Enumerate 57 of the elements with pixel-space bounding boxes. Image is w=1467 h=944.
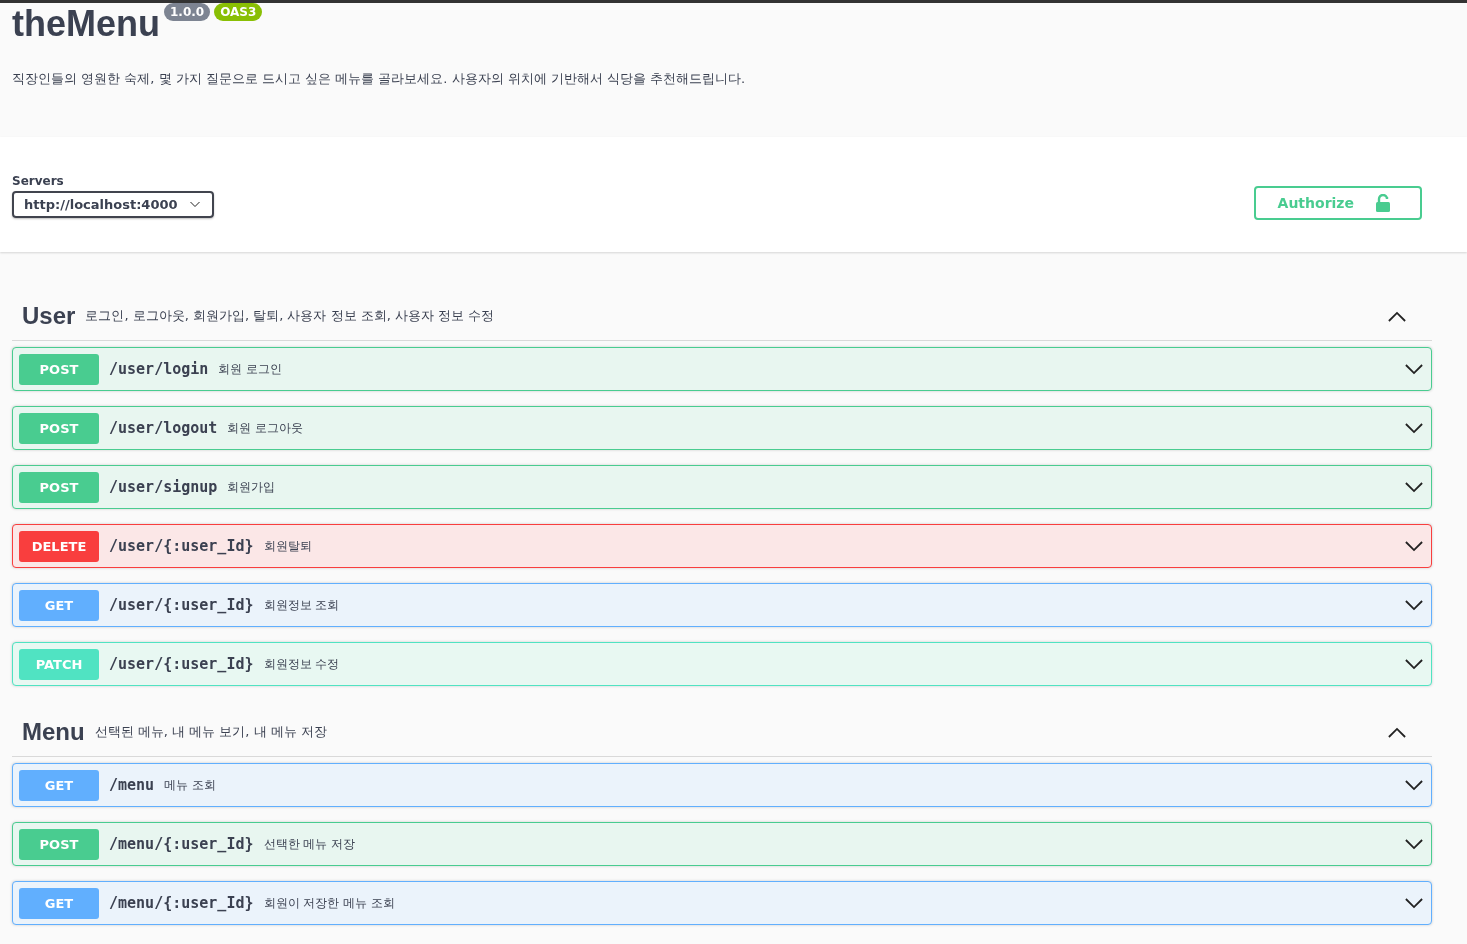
endpoint-path: /menu	[109, 776, 155, 794]
section-title[interactable]: User	[22, 302, 76, 330]
endpoint-summary: 회원가입	[227, 478, 276, 496]
endpoint-summary: 회원 로그인	[218, 360, 283, 378]
endpoint-row[interactable]: POST /user/signup 회원가입	[12, 465, 1432, 509]
endpoint-summary: 회원정보 수정	[263, 655, 340, 673]
server-dropdown[interactable]: http://localhost:4000	[12, 191, 214, 218]
endpoint-row[interactable]: POST /user/logout 회원 로그아웃	[12, 406, 1432, 450]
section-description: 선택된 메뉴, 내 메뉴 보기, 내 메뉴 저장	[94, 723, 327, 741]
chevron-down-icon[interactable]	[1405, 838, 1423, 850]
section-title[interactable]: Menu	[22, 718, 85, 746]
spec-badge: OAS3	[214, 3, 263, 21]
chevron-down-icon[interactable]	[1405, 897, 1423, 909]
chevron-down-icon[interactable]	[1405, 658, 1423, 670]
method-badge: GET	[19, 887, 99, 919]
endpoint-row[interactable]: GET /menu 메뉴 조회	[12, 763, 1432, 807]
endpoint-row[interactable]: POST /menu/{:user_Id} 선택한 메뉴 저장	[12, 822, 1432, 866]
endpoint-summary: 회원 로그아웃	[227, 419, 304, 437]
servers-label: Servers	[12, 174, 65, 188]
chevron-down-icon[interactable]	[1405, 779, 1423, 791]
method-badge: DELETE	[19, 530, 99, 562]
endpoint-path: /user/login	[109, 360, 209, 378]
method-badge: GET	[19, 769, 99, 801]
endpoint-row[interactable]: GET /menu/{:user_Id} 회원이 저장한 메뉴 조회	[12, 881, 1432, 925]
endpoint-path: /user/{:user_Id}	[109, 655, 254, 673]
method-badge: POST	[19, 412, 99, 444]
api-title: theMenu	[12, 3, 160, 45]
endpoint-path: /menu/{:user_Id}	[109, 835, 254, 853]
method-badge: POST	[19, 471, 99, 503]
endpoint-row[interactable]: POST /user/login 회원 로그인	[12, 347, 1432, 391]
endpoint-summary: 회원탈퇴	[263, 537, 312, 555]
endpoint-row[interactable]: GET /user/{:user_Id} 회원정보 조회	[12, 583, 1432, 627]
endpoint-summary: 회원이 저장한 메뉴 조회	[263, 894, 395, 912]
chevron-up-icon[interactable]	[1388, 310, 1406, 322]
method-badge: POST	[19, 828, 99, 860]
endpoint-summary: 회원정보 조회	[263, 596, 340, 614]
version-badge: 1.0.0	[164, 3, 211, 21]
endpoint-path: /user/{:user_Id}	[109, 537, 254, 555]
endpoint-path: /user/signup	[109, 478, 218, 496]
chevron-down-icon[interactable]	[1405, 363, 1423, 375]
section-description: 로그인, 로그아웃, 회원가입, 탈퇴, 사용자 정보 조회, 사용자 정보 수정	[85, 307, 495, 325]
endpoint-path: /user/{:user_Id}	[109, 596, 254, 614]
endpoint-path: /menu/{:user_Id}	[109, 894, 254, 912]
method-badge: POST	[19, 353, 99, 385]
endpoint-summary: 메뉴 조회	[164, 776, 216, 794]
method-badge: GET	[19, 589, 99, 621]
chevron-up-icon[interactable]	[1388, 726, 1406, 738]
endpoint-row[interactable]: DELETE /user/{:user_Id} 회원탈퇴	[12, 524, 1432, 568]
method-badge: PATCH	[19, 648, 99, 680]
chevron-down-icon[interactable]	[1405, 481, 1423, 493]
chevron-down-icon[interactable]	[1405, 599, 1423, 611]
endpoint-summary: 선택한 메뉴 저장	[263, 835, 356, 853]
chevron-down-icon[interactable]	[1405, 540, 1423, 552]
chevron-down-icon[interactable]	[1405, 422, 1423, 434]
api-description: 직장인들의 영원한 숙제, 몇 가지 질문으로 드시고 싶은 메뉴를 골라보세요. 사용자의 위치에 기반해서 식당을 추천해드립니다.	[12, 70, 747, 88]
endpoint-row[interactable]: PATCH /user/{:user_Id} 회원정보 수정	[12, 642, 1432, 686]
endpoint-path: /user/logout	[109, 419, 218, 437]
